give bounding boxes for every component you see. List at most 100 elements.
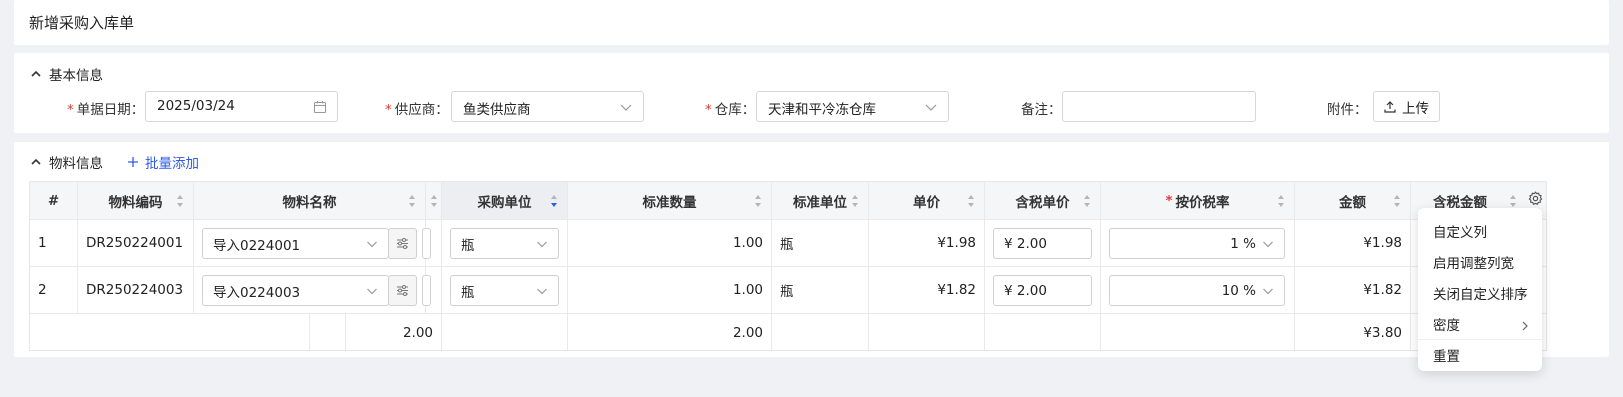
material-table: # 物料编码 物料名称 采购单位 标准数量 标准单位 单价 含税单价 * 按价税率… <box>29 181 1547 351</box>
sort-icon[interactable] <box>176 194 184 208</box>
basic-info-header[interactable]: 基本信息 <box>31 64 103 84</box>
cell-name: 导入0224001 <box>194 220 426 267</box>
cell-hidden <box>422 220 442 267</box>
sort-icon[interactable] <box>1277 194 1285 208</box>
totals-spacer <box>869 314 985 350</box>
basic-info-title: 基本信息 <box>49 68 103 84</box>
chevron-down-icon <box>1263 288 1273 295</box>
tax-price-input[interactable]: ¥ 2.00 <box>993 275 1092 306</box>
required-mark: * <box>1165 192 1173 209</box>
batch-add-label: 批量添加 <box>145 156 199 172</box>
cell-std-unit: 瓶 <box>772 220 869 267</box>
upload-button[interactable]: 上传 <box>1373 91 1440 122</box>
sort-desc-icon[interactable] <box>550 194 558 208</box>
totals-spacer <box>1101 314 1295 350</box>
menu-item-density[interactable]: 密度 <box>1418 311 1542 342</box>
cell-tax-price: ¥ 2.00 <box>985 267 1101 314</box>
cell-purchase-unit: 瓶 <box>442 220 568 267</box>
material-title: 物料信息 <box>49 156 103 172</box>
purchase-unit-select[interactable]: 瓶 <box>450 275 559 306</box>
calendar-icon <box>313 101 327 114</box>
cell-tax-rate: 1 % <box>1101 220 1295 267</box>
chevron-down-icon <box>925 104 937 111</box>
plus-icon <box>128 157 138 167</box>
menu-item-custom-columns[interactable]: 自定义列 <box>1418 218 1542 249</box>
sort-icon[interactable] <box>430 194 438 208</box>
cell-std-unit: 瓶 <box>772 267 869 314</box>
cell-hidden-input[interactable] <box>422 228 431 259</box>
warehouse-select[interactable]: 天津和平冷冻仓库 <box>756 91 949 122</box>
sort-icon[interactable] <box>1083 194 1091 208</box>
column-header-index: # <box>30 182 78 220</box>
doc-date-field[interactable]: 2025/03/24 <box>145 91 338 122</box>
menu-item-reset[interactable]: 重置 <box>1418 342 1542 373</box>
cell-amount: ¥1.98 <box>1295 220 1411 267</box>
total-qty: 2.00 <box>346 314 442 350</box>
cell-tax-rate: 10 % <box>1101 267 1295 314</box>
chevron-down-icon <box>367 288 377 295</box>
filter-settings-button[interactable] <box>388 275 417 306</box>
sort-icon[interactable] <box>408 194 416 208</box>
column-header-tax-rate[interactable]: * 按价税率 <box>1101 182 1295 220</box>
totals-spacer <box>442 314 568 350</box>
tax-price-input[interactable]: ¥ 2.00 <box>993 228 1092 259</box>
required-mark: * <box>385 102 392 118</box>
chevron-right-icon <box>1522 321 1528 331</box>
column-header-std-unit[interactable]: 标准单位 <box>772 182 869 220</box>
warehouse-label: * 仓库： <box>705 102 756 118</box>
sort-icon[interactable] <box>967 194 975 208</box>
total-std-qty: 2.00 <box>568 314 772 350</box>
chevron-up-icon[interactable] <box>31 157 41 167</box>
cell-hidden <box>422 267 442 314</box>
sort-icon[interactable] <box>754 194 762 208</box>
remark-label: 备注： <box>1021 102 1062 118</box>
chevron-down-icon <box>620 104 632 111</box>
cell-purchase-unit: 瓶 <box>442 267 568 314</box>
cell-hidden-input[interactable] <box>422 275 431 306</box>
column-header-price[interactable]: 单价 <box>869 182 985 220</box>
sliders-icon <box>397 285 408 296</box>
chevron-down-icon <box>367 241 377 248</box>
tax-rate-select[interactable]: 1 % <box>1109 228 1285 259</box>
page-header: 新增采购入库单 <box>14 0 1609 45</box>
basic-info-form: * 单据日期： 2025/03/24 * 供应商： 鱼类供应商 * 仓库： 天津和平冷… <box>14 91 1609 123</box>
totals-spacer <box>30 314 310 350</box>
sort-icon[interactable] <box>1509 194 1517 208</box>
column-header-std-qty[interactable]: 标准数量 <box>568 182 772 220</box>
cell-code: DR250224003 <box>78 267 194 314</box>
column-header-tax-price[interactable]: 含税单价 <box>985 182 1101 220</box>
required-mark: * <box>705 102 712 118</box>
menu-item-resize-columns[interactable]: 启用调整列宽 <box>1418 249 1542 280</box>
sort-icon[interactable] <box>851 194 859 208</box>
cell-price: ¥1.82 <box>869 267 985 314</box>
column-header-purchase-unit[interactable]: 采购单位 <box>442 182 568 220</box>
column-header-code[interactable]: 物料编码 <box>78 182 194 220</box>
filter-settings-button[interactable] <box>388 228 417 259</box>
column-header-hidden <box>426 182 442 220</box>
menu-item-disable-custom-sort[interactable]: 关闭自定义排序 <box>1418 280 1542 311</box>
chevron-up-icon <box>31 70 41 77</box>
purchase-unit-select[interactable]: 瓶 <box>450 228 559 259</box>
attachment-label: 附件： <box>1327 102 1368 118</box>
remark-input[interactable] <box>1062 91 1256 122</box>
totals-spacer <box>772 314 869 350</box>
column-header-amount[interactable]: 金额 <box>1295 182 1411 220</box>
total-amount: ¥3.80 <box>1295 314 1411 350</box>
cell-index: 1 <box>30 220 78 267</box>
upload-button-label: 上传 <box>1402 100 1429 117</box>
cell-name: 导入0224003 <box>194 267 426 314</box>
column-header-name[interactable]: 物料名称 <box>194 182 426 220</box>
upload-icon <box>1384 100 1396 113</box>
sort-icon[interactable] <box>1393 194 1401 208</box>
supplier-label: * 供应商： <box>385 102 449 118</box>
cell-amount: ¥1.82 <box>1295 267 1411 314</box>
tax-rate-select[interactable]: 10 % <box>1109 275 1285 306</box>
supplier-select[interactable]: 鱼类供应商 <box>451 91 644 122</box>
totals-spacer <box>985 314 1101 350</box>
gear-icon[interactable] <box>1528 191 1543 206</box>
basic-info-section: 基本信息 * 单据日期： 2025/03/24 * 供应商： 鱼类供应商 * 仓库： … <box>14 53 1609 133</box>
batch-add-button[interactable]: 批量添加 <box>127 152 199 172</box>
material-name-select[interactable]: 导入0224003 <box>202 275 389 306</box>
material-name-select[interactable]: 导入0224001 <box>202 228 389 259</box>
column-settings-menu: 自定义列 启用调整列宽 关闭自定义排序 密度 重置 <box>1418 208 1542 371</box>
